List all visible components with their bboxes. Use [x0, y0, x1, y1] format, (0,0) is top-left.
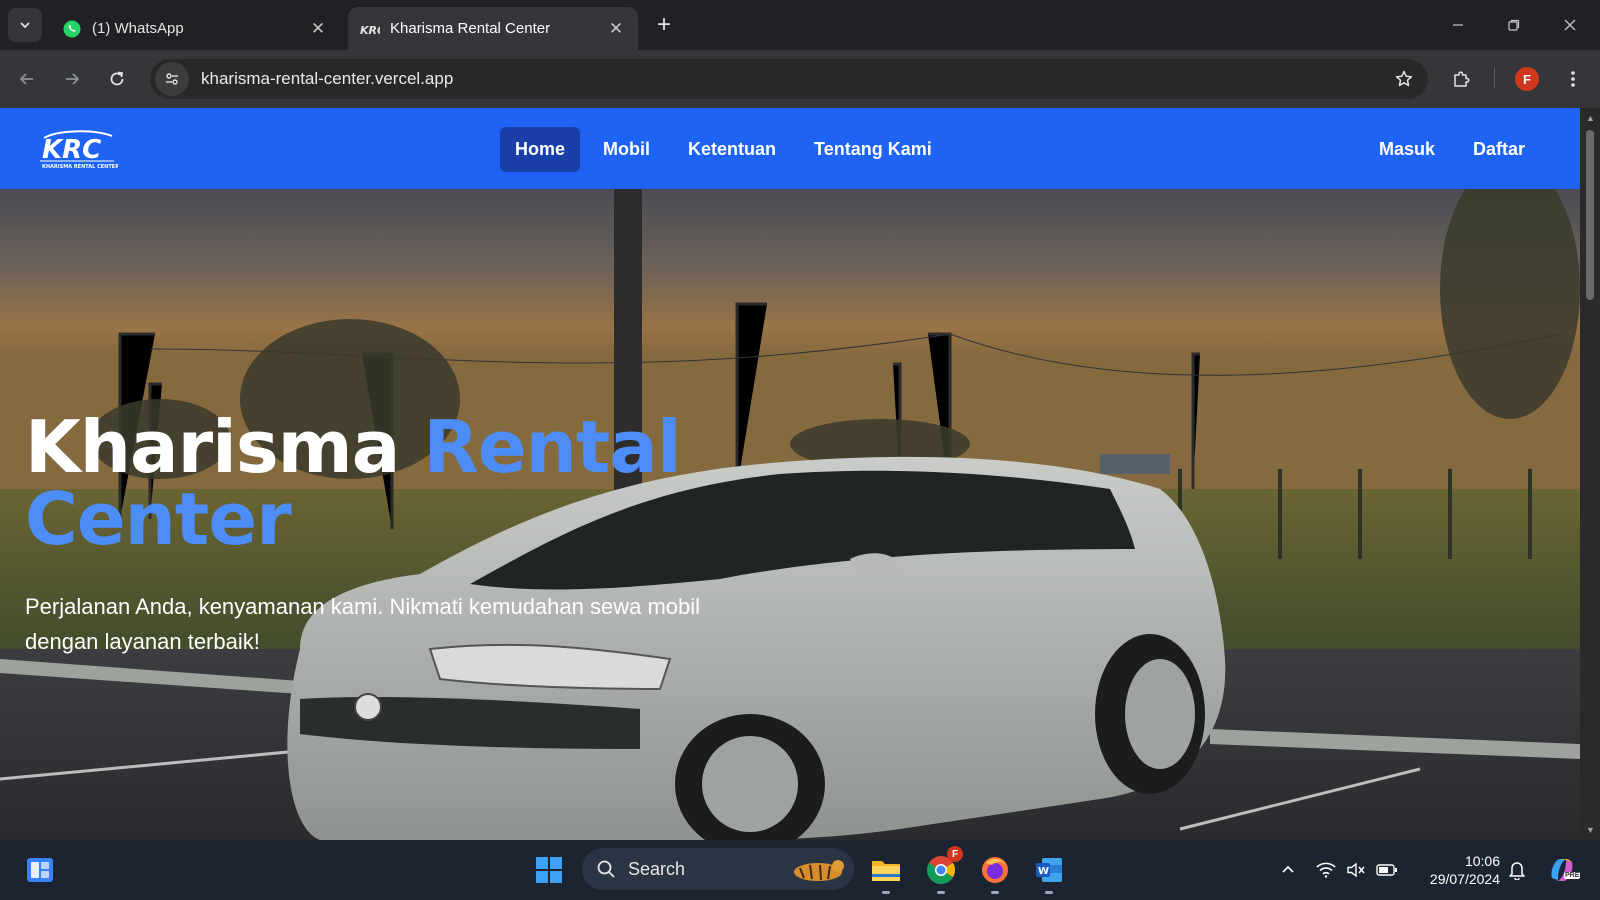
scroll-up-arrow-icon[interactable]: ▲ — [1586, 114, 1595, 123]
windows-logo-icon — [536, 857, 562, 883]
clock-date: 29/07/2024 — [1429, 871, 1500, 887]
running-indicator — [1045, 891, 1053, 894]
hero-subtitle: Perjalanan Anda, kenyamanan kami. Nikmat… — [25, 594, 701, 654]
close-tab-icon[interactable]: ✕ — [308, 19, 328, 39]
copilot-preview-badge: PRE — [1564, 872, 1581, 879]
browser-toolbar: kharisma-rental-center.vercel.app F — [0, 50, 1600, 108]
main-nav: Home Mobil Ketentuan Tentang Kami — [500, 127, 947, 172]
url-text: kharisma-rental-center.vercel.app — [201, 69, 454, 88]
windows-taskbar: Search F W 10:06 29/07/2024 PRE — [0, 840, 1600, 900]
restore-icon — [1508, 19, 1520, 31]
search-label: Search — [628, 858, 686, 879]
volume-button[interactable] — [1343, 852, 1369, 888]
back-arrow-icon — [19, 73, 33, 85]
taskbar-search[interactable]: Search — [582, 848, 854, 890]
nav-home[interactable]: Home — [500, 127, 581, 172]
minimize-button[interactable] — [1438, 8, 1478, 42]
tune-icon — [166, 73, 178, 85]
forward-button[interactable] — [55, 62, 89, 96]
system-clock[interactable]: 10:06 29/07/2024 — [1412, 852, 1500, 888]
toolbar-divider — [1494, 68, 1495, 88]
chrome-profile-badge: F — [947, 846, 963, 862]
file-explorer-button[interactable] — [866, 850, 906, 890]
minimize-icon — [1453, 24, 1463, 26]
svg-text:KRC: KRC — [360, 24, 380, 37]
auth-nav: Masuk Daftar — [1364, 127, 1540, 172]
widgets-icon — [27, 858, 53, 882]
running-indicator — [937, 891, 945, 894]
site-info-button[interactable] — [155, 62, 189, 96]
bookmark-button[interactable] — [1390, 65, 1418, 93]
page-viewport: KRC KHARISMA RENTAL CENTER Home Mobil Ke… — [0, 108, 1580, 840]
close-window-button[interactable] — [1550, 8, 1590, 42]
restore-button[interactable] — [1494, 8, 1534, 42]
clock-time: 10:06 — [1464, 853, 1500, 869]
widgets-button[interactable] — [20, 850, 60, 890]
hero-title-accent-rental: Rental — [423, 405, 681, 489]
search-highlight-tiger-icon — [794, 860, 844, 881]
hero-title: Kharisma Rental Center — [25, 411, 745, 555]
extensions-button[interactable] — [1444, 62, 1478, 96]
tab-title: Kharisma Rental Center — [390, 20, 551, 37]
scrollbar-thumb[interactable] — [1586, 130, 1594, 300]
close-icon — [1564, 19, 1576, 31]
word-icon: W — [1036, 858, 1062, 882]
browser-menu-button[interactable] — [1556, 62, 1590, 96]
nav-ketentuan[interactable]: Ketentuan — [673, 127, 791, 172]
back-button[interactable] — [10, 62, 44, 96]
puzzle-icon — [1454, 71, 1470, 87]
address-bar[interactable]: kharisma-rental-center.vercel.app — [150, 59, 1428, 99]
network-status-button[interactable] — [1313, 852, 1339, 888]
login-link[interactable]: Masuk — [1364, 127, 1450, 172]
whatsapp-icon — [62, 19, 82, 39]
forward-arrow-icon — [66, 73, 80, 85]
new-tab-button[interactable]: + — [650, 11, 678, 39]
firefox-icon — [982, 857, 1008, 883]
copilot-button[interactable]: PRE — [1544, 852, 1581, 888]
page-scrollbar[interactable]: ▲ ▼ — [1580, 108, 1600, 840]
tab-whatsapp[interactable]: (1) WhatsApp ✕ — [50, 7, 340, 50]
nav-tentang-kami[interactable]: Tentang Kami — [799, 127, 947, 172]
notifications-button[interactable] — [1504, 852, 1530, 888]
volume-muted-icon — [1347, 862, 1365, 878]
search-icon — [597, 860, 615, 878]
close-tab-icon[interactable]: ✕ — [606, 19, 626, 39]
bell-icon — [1509, 862, 1525, 880]
battery-icon — [1376, 864, 1397, 876]
svg-text:W: W — [1038, 866, 1049, 877]
hero-section: Kharisma Rental Center Perjalanan Anda, k… — [0, 189, 1580, 840]
star-icon — [1395, 70, 1413, 87]
battery-button[interactable] — [1373, 852, 1401, 888]
start-button[interactable] — [529, 850, 569, 890]
register-link[interactable]: Daftar — [1458, 127, 1540, 172]
profile-button[interactable]: F — [1510, 62, 1544, 96]
krc-favicon-icon: KRC — [360, 19, 380, 39]
chevron-down-icon — [20, 22, 30, 29]
kebab-menu-icon — [1571, 71, 1575, 87]
tab-kharisma-rental-center[interactable]: KRC Kharisma Rental Center ✕ — [348, 7, 638, 50]
tab-search-button[interactable] — [8, 8, 42, 42]
site-navbar: KRC KHARISMA RENTAL CENTER Home Mobil Ke… — [0, 108, 1580, 189]
wifi-icon — [1316, 862, 1336, 878]
browser-tab-strip: (1) WhatsApp ✕ KRC Kharisma Rental Cente… — [0, 0, 1600, 50]
folder-icon — [872, 861, 900, 881]
svg-text:KHARISMA RENTAL CENTER: KHARISMA RENTAL CENTER — [42, 164, 118, 170]
chrome-taskbar-button[interactable]: F — [921, 846, 963, 890]
running-indicator — [882, 891, 890, 894]
hero-title-accent-center: Center — [25, 477, 292, 561]
scroll-down-arrow-icon[interactable]: ▼ — [1586, 826, 1595, 835]
reload-icon — [110, 71, 124, 86]
word-taskbar-button[interactable]: W — [1029, 850, 1069, 890]
show-hidden-icons-button[interactable] — [1276, 852, 1300, 888]
avatar: F — [1515, 67, 1539, 91]
running-indicator — [991, 891, 999, 894]
firefox-taskbar-button[interactable] — [975, 850, 1015, 890]
reload-button[interactable] — [100, 62, 134, 96]
chevron-up-icon — [1282, 865, 1294, 873]
krc-logo[interactable]: KRC KHARISMA RENTAL CENTER — [38, 128, 119, 170]
copilot-icon — [1551, 859, 1573, 881]
nav-mobil[interactable]: Mobil — [588, 127, 665, 172]
tab-title: (1) WhatsApp — [92, 20, 184, 37]
